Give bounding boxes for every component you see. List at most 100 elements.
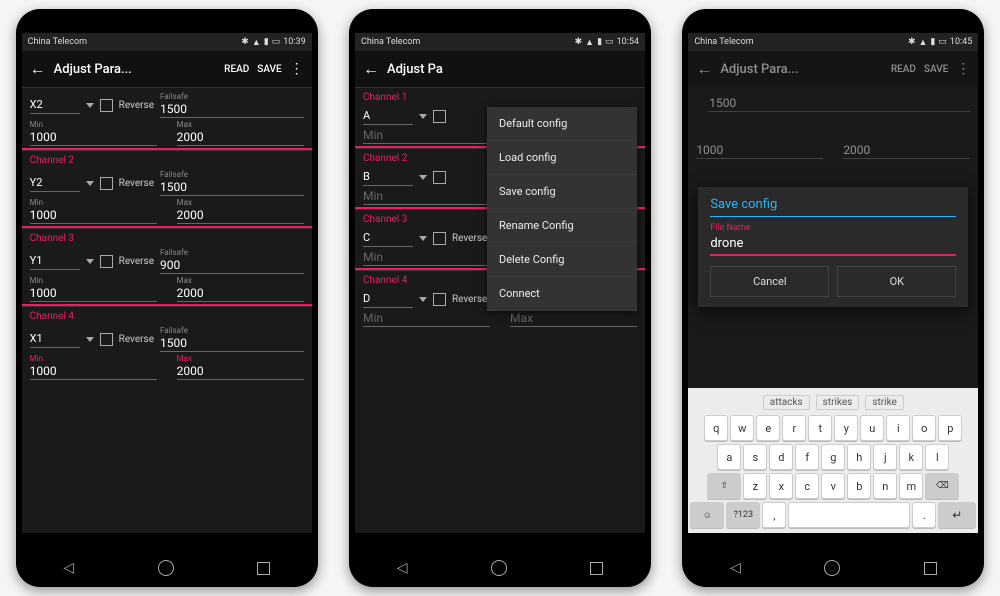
key-p[interactable]: p: [938, 415, 962, 441]
signal-dropdown[interactable]: D: [363, 290, 413, 308]
key-↵[interactable]: ↵: [938, 502, 976, 528]
min-input[interactable]: Min: [363, 188, 490, 205]
cancel-button[interactable]: Cancel: [710, 266, 829, 297]
nav-recent[interactable]: [924, 562, 937, 575]
menu-rename-config[interactable]: Rename Config: [487, 209, 637, 243]
max-input[interactable]: 2000: [177, 207, 304, 224]
key-u[interactable]: u: [860, 415, 884, 441]
nav-back[interactable]: ◁: [730, 560, 741, 576]
reverse-checkbox[interactable]: [100, 99, 113, 112]
failsafe-input[interactable]: 1500: [160, 335, 304, 352]
save-button[interactable]: SAVE: [924, 64, 948, 75]
key-⇧[interactable]: ⇧: [707, 473, 741, 499]
nav-recent[interactable]: [590, 562, 603, 575]
ok-button[interactable]: OK: [837, 266, 956, 297]
caret-icon[interactable]: [86, 337, 94, 342]
filename-input[interactable]: drone: [710, 233, 956, 256]
key-f[interactable]: f: [795, 444, 819, 470]
key-☺[interactable]: ☺: [690, 502, 724, 528]
menu-default-config[interactable]: Default config: [487, 107, 637, 141]
key-m[interactable]: m: [899, 473, 923, 499]
menu-load-config[interactable]: Load config: [487, 141, 637, 175]
min-input[interactable]: 1000: [30, 363, 157, 380]
nav-back[interactable]: ◁: [397, 560, 408, 576]
caret-icon[interactable]: [419, 114, 427, 119]
key-q[interactable]: q: [704, 415, 728, 441]
signal-dropdown[interactable]: X2: [30, 96, 80, 114]
more-icon[interactable]: ⋮: [956, 61, 970, 77]
failsafe-input[interactable]: 1500: [160, 179, 304, 196]
back-button[interactable]: ←: [30, 59, 46, 79]
key-z[interactable]: z: [743, 473, 767, 499]
key-l[interactable]: l: [925, 444, 949, 470]
key-o[interactable]: o: [912, 415, 936, 441]
key-i[interactable]: i: [886, 415, 910, 441]
reverse-checkbox[interactable]: [433, 171, 446, 184]
reverse-checkbox[interactable]: [100, 333, 113, 346]
suggestion[interactable]: attacks: [763, 395, 810, 410]
key-?123[interactable]: ?123: [726, 502, 760, 528]
max-input[interactable]: 2000: [177, 129, 304, 146]
menu-delete-config[interactable]: Delete Config: [487, 243, 637, 277]
reverse-checkbox[interactable]: [433, 232, 446, 245]
key-s[interactable]: s: [743, 444, 767, 470]
min-input[interactable]: Min: [363, 249, 490, 266]
key-w[interactable]: w: [730, 415, 754, 441]
nav-home[interactable]: [158, 560, 174, 576]
more-icon[interactable]: ⋮: [290, 61, 304, 77]
key-,[interactable]: ,: [762, 502, 786, 528]
max-input[interactable]: 2000: [177, 285, 304, 302]
caret-icon[interactable]: [419, 236, 427, 241]
save-button[interactable]: SAVE: [257, 64, 281, 75]
key-r[interactable]: r: [782, 415, 806, 441]
max-input[interactable]: Max: [510, 310, 637, 327]
menu-connect[interactable]: Connect: [487, 277, 637, 311]
reverse-checkbox[interactable]: [433, 293, 446, 306]
key-c[interactable]: c: [795, 473, 819, 499]
key-[interactable]: [788, 502, 910, 528]
reverse-checkbox[interactable]: [100, 255, 113, 268]
key-d[interactable]: d: [769, 444, 793, 470]
suggestion[interactable]: strikes: [816, 395, 860, 410]
min-input[interactable]: Min: [363, 127, 490, 144]
key-j[interactable]: j: [873, 444, 897, 470]
reverse-checkbox[interactable]: [433, 110, 446, 123]
failsafe-input[interactable]: 900: [160, 257, 304, 274]
key-e[interactable]: e: [756, 415, 780, 441]
min-input[interactable]: Min: [363, 310, 490, 327]
key-k[interactable]: k: [899, 444, 923, 470]
min-input[interactable]: 1000: [30, 129, 157, 146]
key-⌫[interactable]: ⌫: [925, 473, 959, 499]
key-b[interactable]: b: [847, 473, 871, 499]
caret-icon[interactable]: [86, 103, 94, 108]
signal-dropdown[interactable]: Y2: [30, 174, 80, 192]
back-button[interactable]: ←: [363, 59, 379, 79]
reverse-checkbox[interactable]: [100, 177, 113, 190]
nav-home[interactable]: [491, 560, 507, 576]
nav-recent[interactable]: [257, 562, 270, 575]
signal-dropdown[interactable]: C: [363, 229, 413, 247]
caret-icon[interactable]: [419, 297, 427, 302]
suggestion[interactable]: strike: [865, 395, 904, 410]
failsafe-input[interactable]: 1500: [160, 101, 304, 118]
key-h[interactable]: h: [847, 444, 871, 470]
min-input[interactable]: 1000: [30, 285, 157, 302]
nav-back[interactable]: ◁: [63, 560, 74, 576]
key-g[interactable]: g: [821, 444, 845, 470]
read-button[interactable]: READ: [891, 64, 916, 75]
signal-dropdown[interactable]: X1: [30, 330, 80, 348]
key-v[interactable]: v: [821, 473, 845, 499]
caret-icon[interactable]: [419, 175, 427, 180]
menu-save-config[interactable]: Save config: [487, 175, 637, 209]
min-input[interactable]: 1000: [30, 207, 157, 224]
read-button[interactable]: READ: [224, 64, 249, 75]
signal-dropdown[interactable]: Y1: [30, 252, 80, 270]
key-t[interactable]: t: [808, 415, 832, 441]
key-n[interactable]: n: [873, 473, 897, 499]
nav-home[interactable]: [824, 560, 840, 576]
signal-dropdown[interactable]: A: [363, 107, 413, 125]
back-button[interactable]: ←: [696, 59, 712, 79]
max-input[interactable]: 2000: [177, 363, 304, 380]
key-x[interactable]: x: [769, 473, 793, 499]
key-a[interactable]: a: [717, 444, 741, 470]
